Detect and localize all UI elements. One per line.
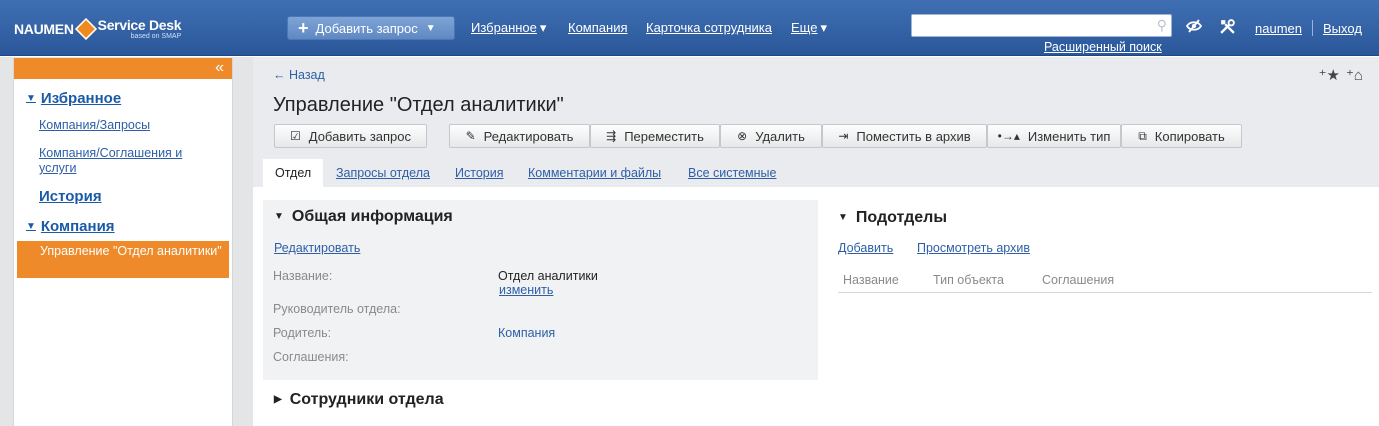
tab-department[interactable]: Отдел — [263, 159, 324, 187]
pencil-icon: ✎ — [465, 129, 476, 143]
page-title: Управление "Отдел аналитики" — [273, 94, 564, 116]
general-info-edit-link[interactable]: Редактировать — [274, 241, 360, 255]
checkbox-icon: ☑ — [289, 129, 301, 143]
logout-link[interactable]: Выход — [1323, 21, 1362, 36]
move-tree-icon: ⇶ — [606, 129, 617, 143]
name-value: Отдел аналитики — [498, 269, 598, 283]
sidebar-topbar: « — [14, 58, 232, 79]
move-button[interactable]: ⇶ Переместить — [590, 124, 720, 148]
search-input[interactable] — [912, 15, 1142, 36]
name-label: Название: — [273, 269, 333, 283]
copy-button[interactable]: ⧉ Копировать — [1121, 124, 1242, 148]
sidebar-item-active-department[interactable]: Управление "Отдел аналитики" — [17, 241, 229, 278]
tab-comments-files[interactable]: Комментарии и файлы — [528, 159, 661, 187]
triangle-down-icon: ▼ — [26, 93, 36, 104]
change-type-button[interactable]: •→▴ Изменить тип — [987, 124, 1121, 148]
agreements-label: Соглашения: — [273, 350, 349, 364]
archive-button[interactable]: ⇥ Поместить в архив — [822, 124, 987, 148]
employees-title[interactable]: ▶ Сотрудники отдела — [274, 391, 444, 409]
sidebar-section-favorites[interactable]: ▼ Избранное — [26, 90, 121, 107]
subdivisions-title[interactable]: ▼ Подотделы — [838, 209, 947, 227]
triangle-down-icon: ▼ — [26, 221, 36, 232]
triangle-down-icon: ▼ — [838, 212, 848, 223]
delete-circle-icon: ⊗ — [737, 129, 748, 143]
nav-more[interactable]: Еще — [791, 20, 827, 36]
add-request-label: Добавить запрос — [315, 20, 418, 36]
column-header-name[interactable]: Название — [843, 273, 899, 287]
nav-favorites[interactable]: Избранное — [471, 20, 546, 36]
subdivisions-archive-link[interactable]: Просмотреть архив — [917, 241, 1030, 255]
add-favorite-star-icon[interactable]: ⁺★ — [1319, 66, 1340, 84]
logo-cube-icon — [74, 17, 97, 41]
edit-button[interactable]: ✎ Редактировать — [449, 124, 590, 148]
subdivisions-add-link[interactable]: Добавить — [838, 241, 893, 255]
column-header-agreements[interactable]: Соглашения — [1042, 273, 1114, 287]
eye-hidden-icon[interactable] — [1185, 18, 1203, 37]
add-request-toolbar-button[interactable]: ☑ Добавить запрос — [274, 124, 427, 148]
nav-company[interactable]: Компания — [568, 20, 628, 35]
tools-icon[interactable] — [1219, 18, 1236, 38]
back-link[interactable]: ← Назад — [273, 68, 325, 82]
copy-icon: ⧉ — [1138, 128, 1147, 143]
header-separator — [1312, 20, 1313, 36]
column-header-object-type[interactable]: Тип объекта — [933, 273, 1004, 287]
logo-naumen: NAUMEN — [14, 21, 74, 37]
delete-button[interactable]: ⊗ Удалить — [720, 124, 822, 148]
chevron-down-icon: ▼ — [425, 22, 436, 34]
page-actions: ⁺★ ⁺⌂ — [1319, 66, 1363, 84]
triangle-down-icon: ▼ — [274, 211, 284, 222]
plus-icon: + — [298, 18, 309, 38]
search-icon[interactable]: ⚲ — [1157, 17, 1167, 34]
archive-icon: ⇥ — [838, 129, 849, 143]
tab-all-system[interactable]: Все системные — [688, 159, 776, 187]
table-header-divider — [838, 292, 1372, 293]
change-type-icon: •→▴ — [997, 129, 1020, 143]
logo[interactable]: NAUMEN Service Desk based on SMAP — [14, 12, 232, 46]
tab-department-requests[interactable]: Запросы отдела — [336, 159, 430, 187]
triangle-right-icon: ▶ — [274, 394, 282, 405]
sidebar-link-company-requests[interactable]: Компания/Запросы — [39, 118, 219, 133]
sidebar-section-company[interactable]: ▼ Компания — [26, 218, 115, 235]
parent-label: Родитель: — [273, 326, 332, 340]
name-change-link[interactable]: изменить — [499, 283, 553, 297]
logo-subtitle: based on SMAP — [130, 33, 182, 40]
parent-value-link[interactable]: Компания — [498, 326, 555, 340]
add-request-button[interactable]: + Добавить запрос ▼ — [287, 16, 455, 40]
logo-service-desk: Service Desk — [97, 17, 182, 33]
top-header: NAUMEN Service Desk based on SMAP + Доба… — [0, 0, 1379, 56]
advanced-search-link[interactable]: Расширенный поиск — [1044, 40, 1162, 54]
nav-employee-card[interactable]: Карточка сотрудника — [646, 20, 772, 35]
general-info-title[interactable]: ▼ Общая информация — [274, 208, 453, 226]
set-home-icon[interactable]: ⁺⌂ — [1346, 66, 1363, 84]
sidebar: « ▼ Избранное Компания/Запросы Компания/… — [13, 58, 233, 426]
sidebar-link-company-agreements[interactable]: Компания/Соглашения и услуги — [39, 146, 219, 176]
sidebar-section-history[interactable]: История — [39, 188, 102, 205]
tab-history[interactable]: История — [455, 159, 503, 187]
collapse-icon[interactable]: « — [215, 58, 224, 78]
head-label: Руководитель отдела: — [273, 302, 401, 316]
user-link[interactable]: naumen — [1255, 21, 1302, 36]
search-box[interactable]: ⚲ — [911, 14, 1172, 37]
